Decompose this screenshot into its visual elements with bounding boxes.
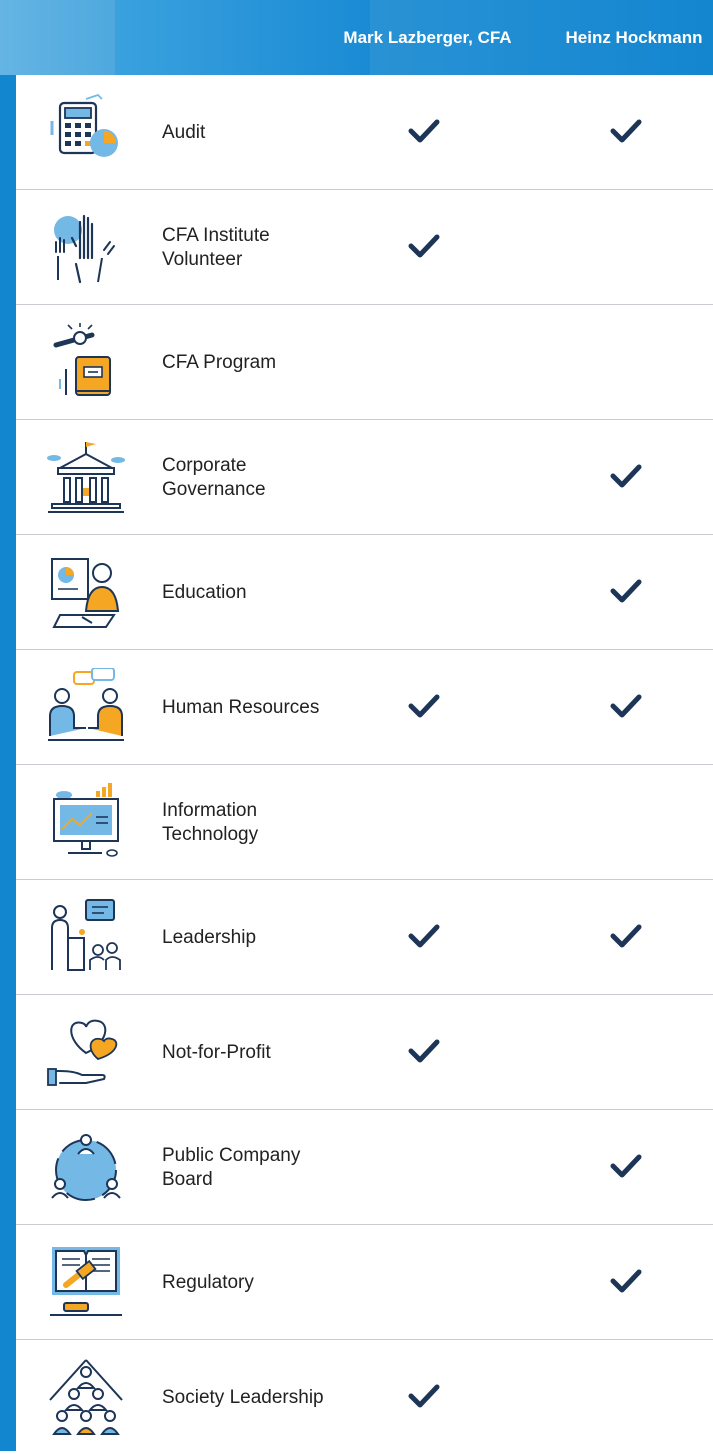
checkmark-icon (406, 113, 442, 149)
row-label: Regulatory (162, 1271, 254, 1293)
teacher-presentation-icon (46, 553, 126, 633)
row-label: Human Resources (162, 696, 320, 718)
table-row: Not-for-Profit (16, 995, 713, 1110)
gavel-book-icon (46, 1243, 126, 1323)
checkmark-icon (406, 688, 442, 724)
checkmark-icon (608, 113, 644, 149)
raised-hands-icon (46, 208, 126, 288)
building-columns-icon (46, 438, 126, 518)
speaker-podium-icon (46, 898, 126, 978)
checkmark-icon (406, 1033, 442, 1069)
row-label: Leadership (162, 926, 257, 948)
checkmark-icon (406, 228, 442, 264)
table-row: CFA Program (16, 305, 713, 420)
table-row: Society Leadership (16, 1340, 713, 1455)
checkmark-icon (406, 1378, 442, 1414)
checkmark-icon (608, 918, 644, 954)
table-header: Mark Lazberger, CFA Heinz Hockmann (0, 0, 713, 75)
group-pyramid-icon (46, 1358, 126, 1438)
table-row: CFA Institute Volunteer (16, 190, 713, 305)
calculator-chart-icon (46, 93, 126, 173)
checkmark-icon (608, 1148, 644, 1184)
checkmark-icon (608, 688, 644, 724)
column-header-mark-lazberger: Mark Lazberger, CFA (343, 28, 512, 47)
table-row: Education (16, 535, 713, 650)
row-label: CFA Program (162, 351, 277, 373)
checkmark-icon (608, 1263, 644, 1299)
row-label: CFA Institute Volunteer (162, 224, 270, 270)
table-row: Audit (16, 75, 713, 190)
people-circle-icon (46, 1128, 126, 1208)
row-label: Audit (162, 121, 206, 143)
table-row: Regulatory (16, 1225, 713, 1340)
checkmark-icon (406, 918, 442, 954)
hand-heart-icon (46, 1013, 126, 1093)
two-people-talking-icon (46, 667, 126, 748)
table-row: Leadership (16, 880, 713, 995)
row-label: Society Leadership (162, 1386, 324, 1408)
computer-monitor-icon (46, 783, 126, 863)
comparison-table: Mark Lazberger, CFA Heinz Hockmann Audit… (0, 0, 713, 1451)
row-label: Not-for-Profit (162, 1041, 271, 1063)
row-label: Corporate Governance (162, 454, 266, 500)
row-label: Public Company Board (162, 1144, 301, 1190)
table-row: Corporate Governance (16, 420, 713, 535)
row-label: Information Technology (162, 799, 259, 845)
checkmark-icon (608, 458, 644, 494)
table-row: Human Resources (16, 650, 713, 765)
checkmark-icon (608, 573, 644, 609)
left-accent-stripe (0, 75, 16, 1451)
table-row: Public Company Board (16, 1110, 713, 1225)
table-row: Information Technology (16, 765, 713, 880)
row-label: Education (162, 581, 247, 603)
pen-book-icon (46, 323, 126, 403)
table-body: Audit CFA Institute Volunteer CFA Progra… (16, 75, 713, 1455)
column-header-heinz-hockmann: Heinz Hockmann (565, 28, 703, 47)
